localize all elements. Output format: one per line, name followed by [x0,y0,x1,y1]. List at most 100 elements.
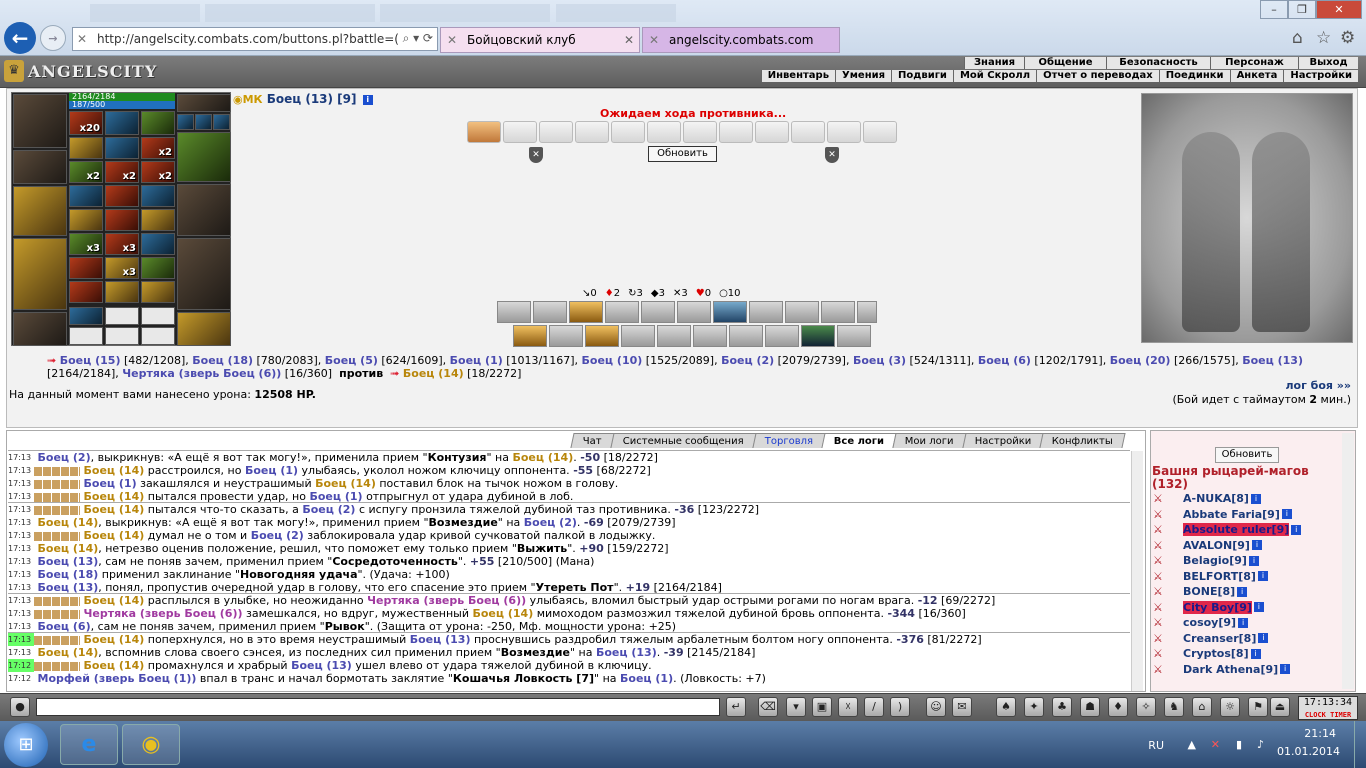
belt-item[interactable]: x2 [105,161,139,183]
belt-item[interactable] [141,209,175,231]
chat-timestamp[interactable]: 17:13 [8,581,34,593]
info-icon[interactable]: i [1251,540,1262,550]
fighter-link[interactable]: Боец (6) [978,354,1031,367]
favorites-star-icon[interactable]: ☆ [1316,28,1331,48]
chat-timestamp[interactable]: 17:13 [8,503,34,516]
whisper-icon[interactable]: ⚔ [1153,523,1173,536]
boots-slot[interactable] [177,312,231,346]
maximize-button[interactable]: ❐ [1288,0,1316,19]
chat-timestamp[interactable]: 17:13 [8,607,34,620]
scroll-slot[interactable] [539,121,573,143]
whisper-icon[interactable]: ⚔ [1153,554,1173,567]
save-icon[interactable]: ▣ [812,697,832,717]
chat-timestamp[interactable]: 17:13 [8,542,34,555]
info-icon[interactable]: i [1258,633,1269,643]
scroll-slot[interactable] [69,307,103,325]
empty-slot[interactable] [105,307,139,325]
sound-icon[interactable]: ) [890,697,910,717]
chat-timestamp[interactable]: 17:13 [8,633,34,646]
quick-action-icon[interactable]: ⚑ [1248,697,1268,717]
chat-timestamp[interactable]: 17:12 [8,672,34,685]
info-icon[interactable]: i [1280,664,1291,674]
belt-item[interactable] [69,281,103,303]
tray-expand-icon[interactable]: ▲ [1188,738,1196,751]
belt-item[interactable] [105,111,139,135]
bracer-slot[interactable] [13,150,67,184]
scroll-slot[interactable] [755,121,789,143]
chat-timestamp[interactable]: 17:13 [8,529,34,542]
skill-button[interactable] [621,325,655,347]
info-icon[interactable]: i [1257,571,1268,581]
menu-profile[interactable]: Анкета [1229,70,1284,82]
tab-my-logs[interactable]: Мои логи [892,433,967,448]
smiley-icon[interactable]: ☺ [926,697,946,717]
online-user-name[interactable]: AVALON[9] [1183,539,1250,552]
empty-slot[interactable] [69,327,103,345]
belt-item[interactable] [105,281,139,303]
network-icon[interactable]: ✕ [1211,738,1220,751]
skill-button[interactable] [785,301,819,323]
mail-icon[interactable]: ✉ [952,697,972,717]
skill-button[interactable] [801,325,835,347]
belt-item[interactable] [69,257,103,279]
online-user[interactable]: ⚔ BELFORT[8] i [1153,569,1268,584]
online-user[interactable]: ⚔ Belagio[9] i [1153,553,1259,568]
scroll-slot[interactable] [719,121,753,143]
slash-icon[interactable]: / [864,697,884,717]
eraser-icon[interactable]: ⌫ [758,697,778,717]
menu-knowledge[interactable]: Знания [964,57,1024,69]
online-user[interactable]: ⚔ BONE[8] i [1153,584,1248,599]
shield-slot[interactable] [177,184,231,236]
timer-label[interactable]: TIMER [1330,711,1351,719]
online-user-name[interactable]: Absolute ruler[9] [1183,523,1290,536]
chat-timestamp[interactable]: 17:13 [8,555,34,568]
skill-button[interactable] [605,301,639,323]
chat-timestamp[interactable]: 17:13 [8,516,34,529]
belt-item[interactable]: x2 [69,161,103,183]
quick-action-icon[interactable]: ✧ [1136,697,1156,717]
whisper-icon[interactable]: ⚔ [1153,632,1173,645]
skill-button[interactable] [533,301,567,323]
quick-action-icon[interactable]: ♠ [996,697,1016,717]
tab-conflicts[interactable]: Конфликты [1039,433,1126,448]
scroll-slot[interactable] [575,121,609,143]
whisper-icon[interactable]: ⚔ [1153,585,1173,598]
tab-all-logs[interactable]: Все логи [821,433,897,448]
online-user[interactable]: ⚔ Dark Athena[9] i [1153,662,1291,677]
taskbar-time[interactable]: 21:14 [1304,727,1336,740]
info-icon[interactable]: i [1237,586,1248,597]
menu-settings[interactable]: Настройки [1283,70,1358,82]
chat-timestamp[interactable]: 17:13 [8,464,34,477]
ring-slot[interactable] [177,114,194,130]
close-tab-icon[interactable]: ✕ [624,33,634,47]
menu-communication[interactable]: Общение [1024,57,1106,69]
fighter-link[interactable]: Боец (14) [403,367,464,380]
chat-input[interactable] [36,698,720,716]
tab-fight-club[interactable]: ✕ Бойцовский клуб ✕ [440,27,640,53]
active-scroll-slot[interactable] [467,121,501,143]
fighter-link[interactable]: Чертяка (зверь Боец (6)) [122,367,281,380]
chat-timestamp[interactable]: 17:13 [8,490,34,502]
menu-transfers-report[interactable]: Отчет о переводах [1036,70,1159,82]
belt-item[interactable] [105,209,139,231]
belt-item[interactable] [69,137,103,159]
chat-timestamp[interactable]: 17:12 [8,659,34,672]
online-user-name[interactable]: BONE[8] [1183,585,1235,598]
chat-timestamp[interactable]: 17:13 [8,451,34,464]
quick-action-icon[interactable]: ♞ [1164,697,1184,717]
whisper-icon[interactable]: ⚔ [1153,492,1173,505]
filter-icon[interactable]: ▾ [786,697,806,717]
minimize-button[interactable]: – [1260,0,1288,19]
battle-log-link[interactable]: лог боя »» [1285,379,1351,392]
menu-exit[interactable]: Выход [1298,57,1358,69]
skill-button[interactable] [497,301,531,323]
menu-inventory[interactable]: Инвентарь [760,70,836,82]
online-user[interactable]: ⚔ AVALON[9] i [1153,538,1262,553]
menu-duels[interactable]: Поединки [1158,70,1230,82]
gloves-slot[interactable] [177,132,231,182]
tab-trade[interactable]: Торговля [752,433,826,448]
fighter-link[interactable]: Боец (10) [582,354,643,367]
menu-my-scroll[interactable]: Мой Скролл [952,70,1037,82]
weapon-slot[interactable] [13,186,67,236]
chat-timestamp[interactable]: 17:13 [8,594,34,607]
